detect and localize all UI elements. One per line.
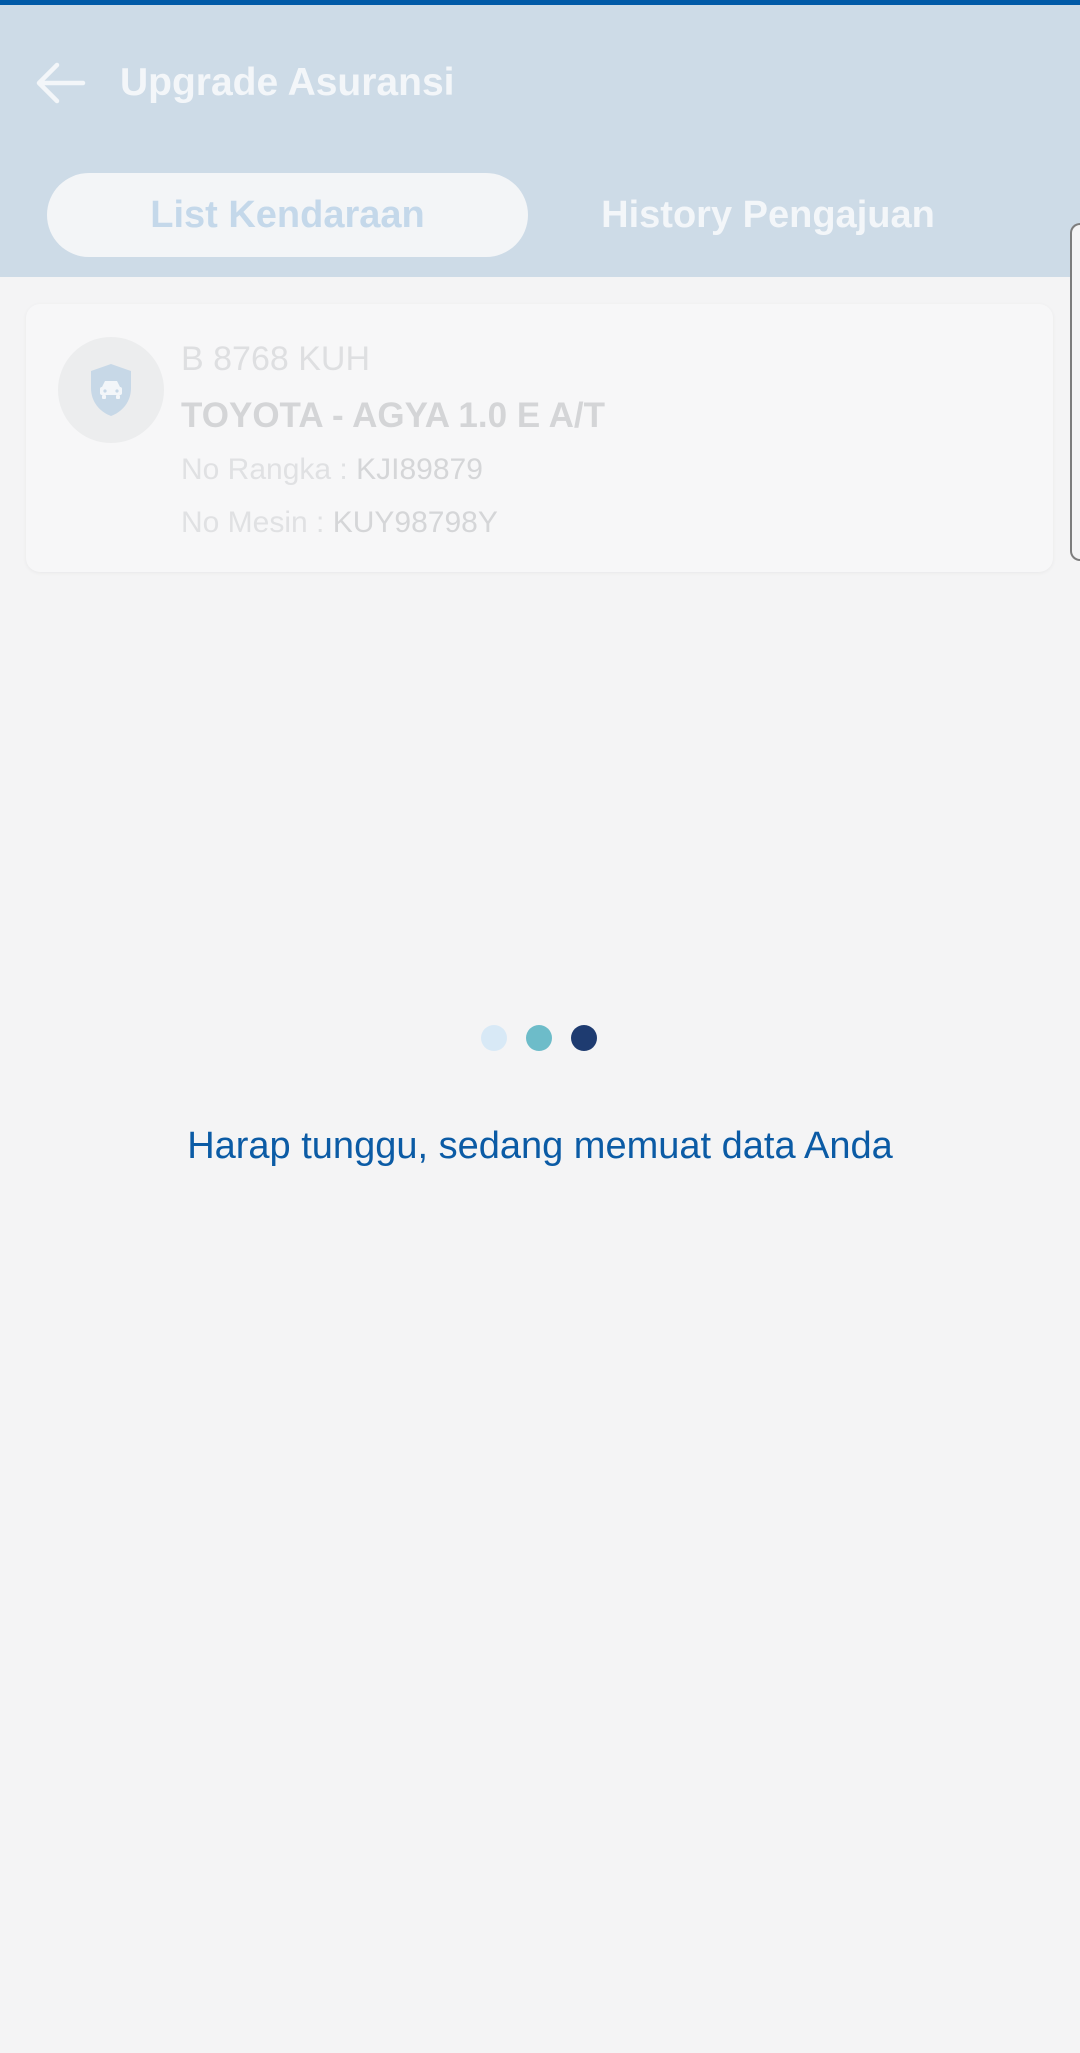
loading-dot	[481, 1025, 507, 1051]
engine-number-value: KUY98798Y	[332, 506, 498, 539]
frame-number-label: No Rangka :	[181, 453, 348, 486]
page-title: Upgrade Asuransi	[120, 61, 455, 104]
loading-dot	[571, 1025, 597, 1051]
vehicle-avatar	[58, 337, 164, 443]
engine-number-row: No Mesin : KUY98798Y	[181, 502, 498, 544]
loading-dot	[526, 1025, 552, 1051]
app-header: Upgrade Asuransi List Kendaraan History …	[0, 5, 1080, 277]
vehicle-model: TOYOTA - AGYA 1.0 E A/T	[181, 396, 605, 435]
tab-list-kendaraan[interactable]: List Kendaraan	[47, 173, 528, 257]
back-button[interactable]	[22, 47, 98, 119]
frame-number-value: KJI89879	[356, 453, 483, 486]
engine-number-label: No Mesin :	[181, 506, 325, 539]
arrow-left-icon	[36, 62, 86, 104]
frame-number-row: No Rangka : KJI89879	[181, 449, 483, 491]
scroll-handle[interactable]	[1070, 223, 1080, 561]
loading-message: Harap tunggu, sedang memuat data Anda	[187, 1125, 893, 1167]
vehicle-card[interactable]: B 8768 KUH TOYOTA - AGYA 1.0 E A/T No Ra…	[26, 304, 1053, 572]
loading-indicator	[481, 1024, 599, 1052]
tab-history-pengajuan[interactable]: History Pengajuan	[560, 173, 976, 257]
shield-car-icon	[91, 364, 131, 416]
vehicle-plate: B 8768 KUH	[181, 340, 370, 378]
